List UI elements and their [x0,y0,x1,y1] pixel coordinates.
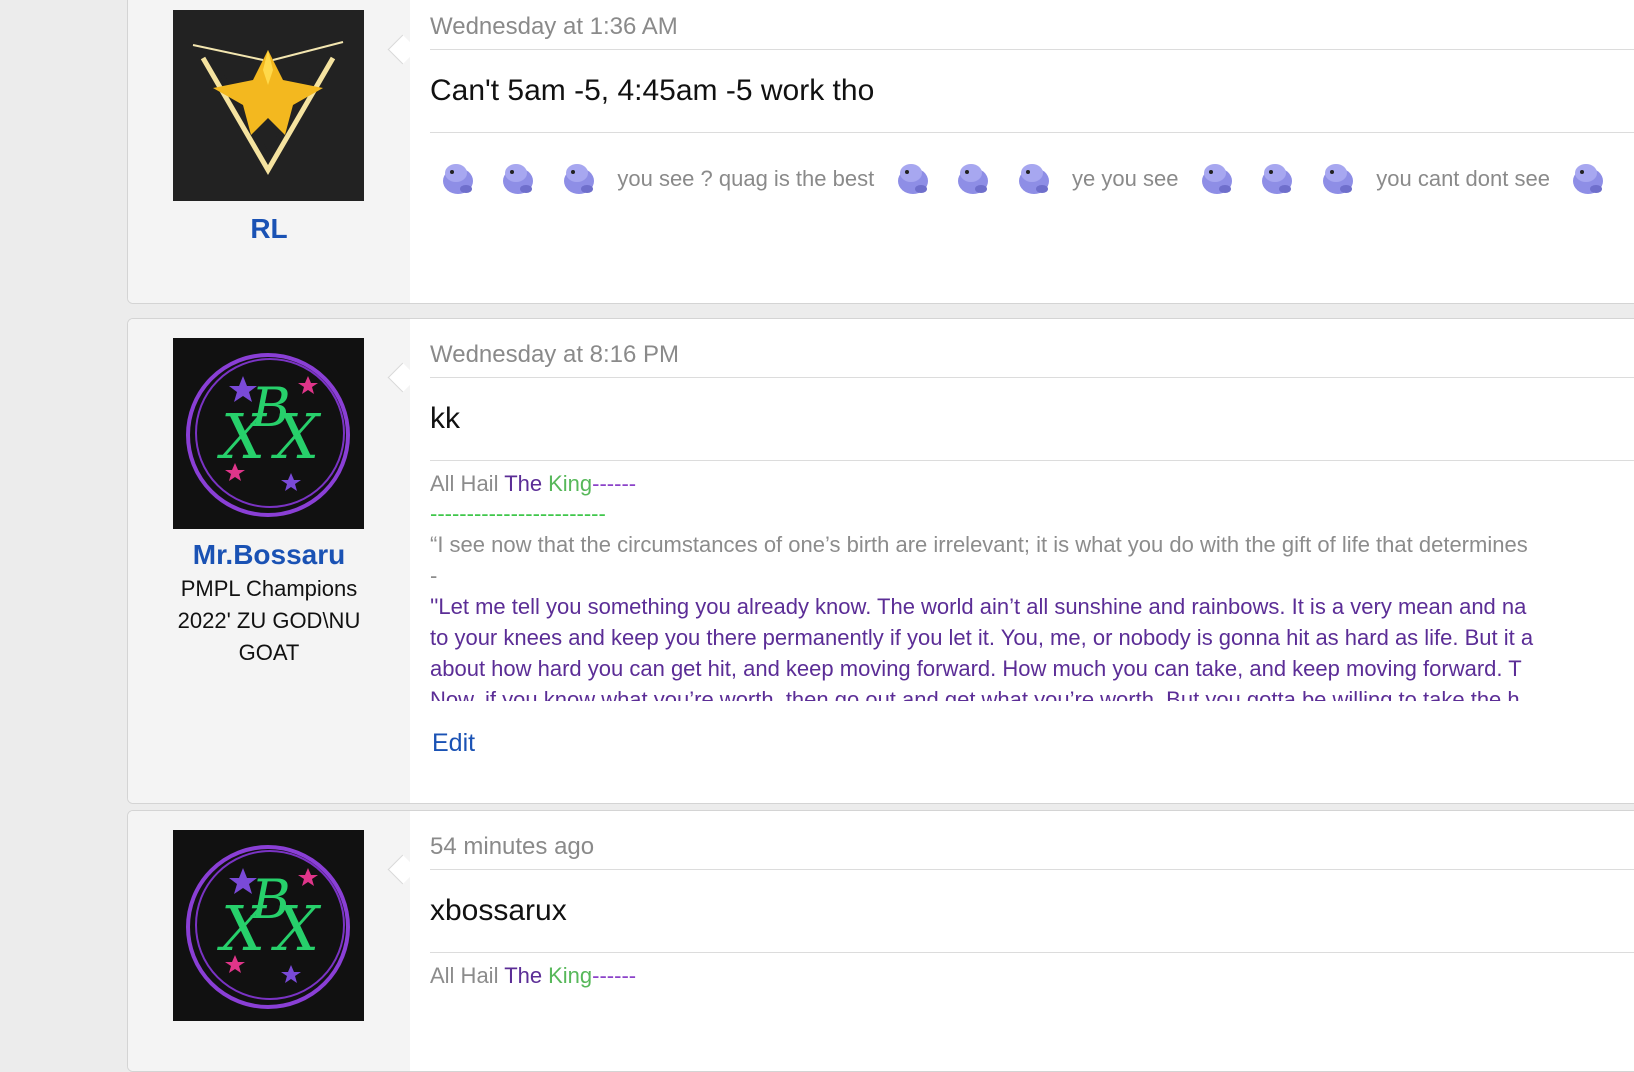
signature-text: The [504,963,543,988]
message-text: xbossarux [430,894,567,927]
edit-link[interactable]: Edit [432,729,475,758]
quagsire-icon [953,159,993,199]
divider [430,132,1634,133]
signature-text: ------ [592,471,637,496]
quagsire-icon [1014,159,1054,199]
quote-line: about how hard you can get hit, and keep… [430,656,1522,681]
signature-text: The [504,471,543,496]
divider [430,460,1634,461]
signature: you see ? quag is the best ye you see yo… [430,159,1616,199]
signature-quote: “I see now that the circumstances of one… [430,532,1528,557]
signature-text: ye you see [1072,166,1179,191]
xbx-circle-logo-icon: X B X [173,338,364,529]
post-date[interactable]: 54 minutes ago [430,833,594,861]
avatar[interactable] [173,10,364,201]
signature-divider: ------------------------ [430,501,606,526]
post-date[interactable]: Wednesday at 8:16 PM [430,341,679,369]
signature-text: you see ? quag is the best [617,166,875,191]
quagsire-icon [1318,159,1358,199]
signature-text: - [430,563,438,588]
quagsire-icon [1197,159,1237,199]
signature-text: King [548,963,593,988]
user-title: PMPL Champions 2022' ZU GOD\NU GOAT [177,576,361,665]
signature-text: you cant dont see [1376,166,1550,191]
quagsire-icon [1568,159,1608,199]
quagsire-icon [893,159,933,199]
divider [430,49,1634,50]
avatar[interactable]: X B X [173,830,364,1021]
quagsire-icon [559,159,599,199]
divider [430,377,1634,378]
svg-text:X: X [271,892,322,965]
divider [430,952,1634,953]
quote-line: to your knees and keep you there permane… [430,625,1534,650]
signature-quote: ''Let me tell you something you already … [430,591,1634,701]
quagsire-icon [438,159,478,199]
post: X B X 54 minutes ago xbossarux All Hail … [127,810,1634,1072]
username[interactable]: RL [128,213,410,245]
xbx-circle-logo-icon: X B X [173,830,364,1021]
avatar[interactable]: X B X [173,338,364,529]
post-date[interactable]: Wednesday at 1:36 AM [430,13,678,41]
signature-line: All Hail The King------ [430,471,636,497]
signature-text: All Hail [430,963,499,988]
signature-text: ------ [592,963,637,988]
quote-line: Now, if you know what you’re worth, then… [430,687,1520,701]
message-text: kk [430,402,460,435]
quagsire-icon [498,159,538,199]
post: RL Wednesday at 1:36 AM Can't 5am -5, 4:… [127,0,1634,304]
divider [430,869,1634,870]
signature-line: All Hail The King------ [430,963,636,989]
instinct-team-logo-icon [173,10,364,201]
signature-text: All Hail [430,471,499,496]
svg-text:X: X [271,400,322,473]
signature-text: King [548,471,593,496]
quagsire-icon [1257,159,1297,199]
message-text: Can't 5am -5, 4:45am -5 work tho [430,74,875,107]
quote-line: ''Let me tell you something you already … [430,594,1527,619]
username[interactable]: Mr.Bossaru [128,539,410,571]
post: X B X Mr.Bossaru PMPL Champions 2022' ZU… [127,318,1634,804]
